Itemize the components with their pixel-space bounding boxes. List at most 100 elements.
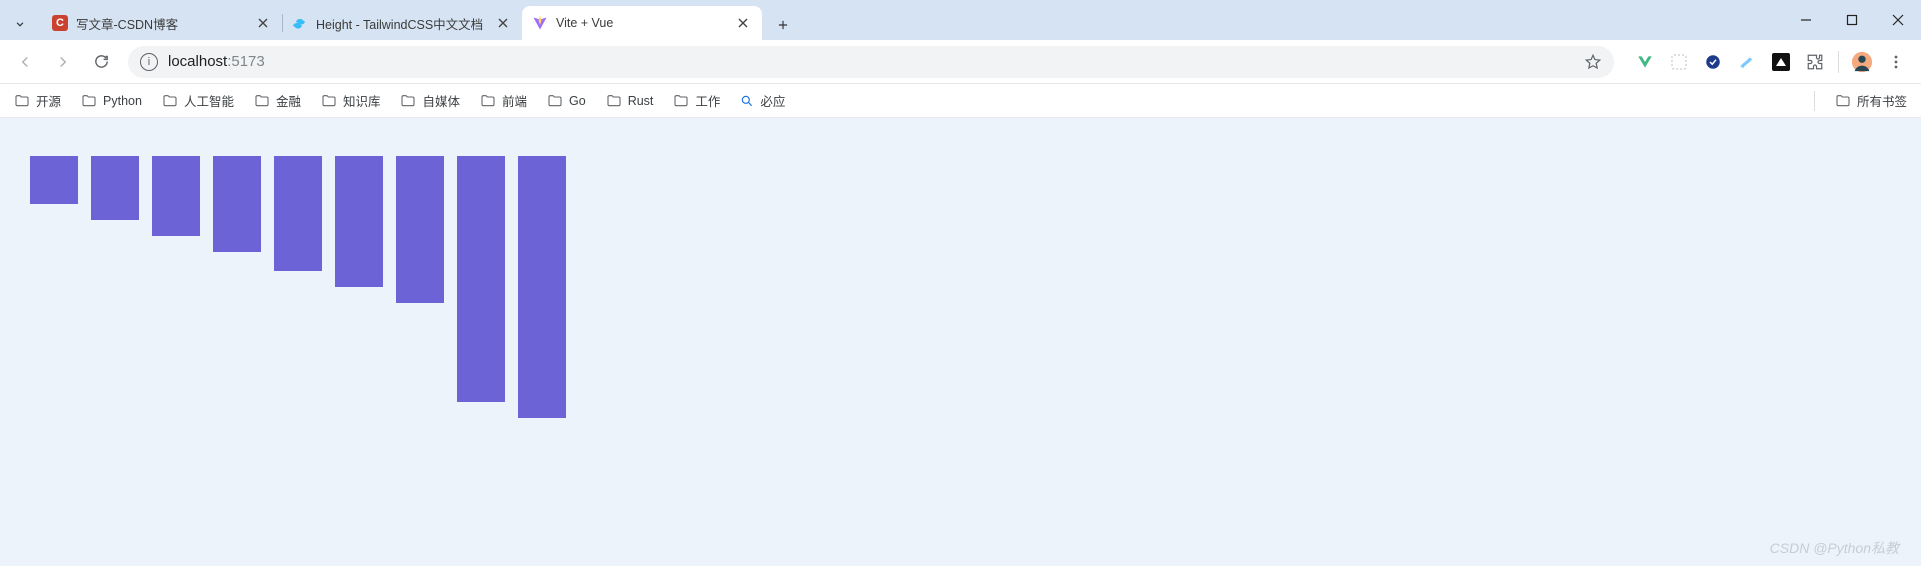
bookmark-bing[interactable]: 必应 (740, 91, 785, 110)
folder-icon (81, 93, 97, 109)
folder-icon (400, 93, 416, 109)
bookmarks-bar: 开源 Python 人工智能 金融 知识库 自媒体 前端 Go Rust 工作 … (0, 84, 1921, 118)
bookmark-folder[interactable]: 工作 (673, 91, 720, 110)
bookmark-label: Go (569, 94, 586, 108)
folder-icon (162, 93, 178, 109)
folder-icon (673, 93, 689, 109)
bookmark-label: 人工智能 (184, 91, 234, 110)
tab-close-button[interactable] (254, 14, 272, 32)
bookmark-label: 必应 (760, 91, 785, 110)
bookmark-label: 自媒体 (422, 91, 460, 110)
folder-icon (321, 93, 337, 109)
arrow-right-icon (54, 53, 72, 71)
extension-icon[interactable] (1702, 51, 1724, 73)
close-window-button[interactable] (1875, 0, 1921, 40)
folder-icon (480, 93, 496, 109)
bookmark-star-button[interactable] (1584, 53, 1602, 71)
bookmark-label: 前端 (502, 91, 527, 110)
new-tab-button[interactable] (768, 10, 798, 40)
arrow-left-icon (16, 53, 34, 71)
tab-title: Height - TailwindCSS中文文档 (316, 14, 494, 33)
tabs-dropdown-button[interactable] (4, 8, 36, 40)
bookmark-folder[interactable]: Python (81, 93, 142, 109)
bookmark-folder[interactable]: 自媒体 (400, 91, 460, 110)
bar-item (30, 156, 78, 204)
search-icon (740, 94, 754, 108)
folder-icon (1835, 93, 1851, 109)
bar-item (274, 156, 322, 271)
url-text: localhost:5173 (168, 53, 1584, 70)
bookmark-label: Python (103, 94, 142, 108)
maximize-icon (1846, 14, 1858, 26)
close-icon (498, 18, 508, 28)
bookmark-label: 工作 (695, 91, 720, 110)
bars-chart (0, 118, 1921, 418)
bookmark-label: 知识库 (343, 91, 381, 110)
folder-icon (606, 93, 622, 109)
maximize-button[interactable] (1829, 0, 1875, 40)
extension-icon[interactable] (1736, 51, 1758, 73)
bookmark-label: 开源 (36, 91, 61, 110)
avatar-icon (1851, 51, 1873, 73)
extension-icon[interactable] (1770, 51, 1792, 73)
reload-button[interactable] (84, 45, 118, 79)
bookmark-folder[interactable]: 金融 (254, 91, 301, 110)
puzzle-icon (1806, 53, 1824, 71)
bookmark-label: 金融 (276, 91, 301, 110)
divider (1814, 91, 1815, 111)
watermark-text: CSDN @Python私教 (1770, 538, 1899, 558)
profile-avatar-button[interactable] (1851, 51, 1873, 73)
bookmark-folder[interactable]: 人工智能 (162, 91, 234, 110)
browser-tabstrip: C 写文章-CSDN博客 Height - TailwindCSS中文文档 Vi… (0, 0, 1921, 40)
bookmark-folder[interactable]: Go (547, 93, 586, 109)
reload-icon (93, 53, 110, 70)
bar-item (335, 156, 383, 287)
bookmark-folder[interactable]: 知识库 (321, 91, 381, 110)
omnibox[interactable]: i localhost:5173 (128, 46, 1614, 78)
tab-vite-vue[interactable]: Vite + Vue (522, 6, 762, 40)
folder-icon (14, 93, 30, 109)
vue-devtools-extension-icon[interactable] (1634, 51, 1656, 73)
forward-button[interactable] (46, 45, 80, 79)
extensions-menu-button[interactable] (1804, 51, 1826, 73)
bar-item (213, 156, 261, 252)
bookmark-folder[interactable]: 前端 (480, 91, 527, 110)
extensions-row (1624, 51, 1913, 73)
back-button[interactable] (8, 45, 42, 79)
address-bar: i localhost:5173 (0, 40, 1921, 84)
bookmark-folder[interactable]: 开源 (14, 91, 61, 110)
tab-close-button[interactable] (494, 14, 512, 32)
window-controls (1783, 0, 1921, 40)
close-icon (1892, 14, 1904, 26)
plus-icon (776, 18, 790, 32)
folder-icon (547, 93, 563, 109)
close-icon (258, 18, 268, 28)
close-icon (738, 18, 748, 28)
site-info-icon[interactable]: i (140, 53, 158, 71)
minimize-button[interactable] (1783, 0, 1829, 40)
tab-close-button[interactable] (734, 14, 752, 32)
chrome-menu-button[interactable] (1885, 51, 1907, 73)
tailwind-favicon-icon (292, 15, 308, 31)
divider (1838, 51, 1839, 73)
tab-tailwind[interactable]: Height - TailwindCSS中文文档 (282, 6, 522, 40)
tab-csdn[interactable]: C 写文章-CSDN博客 (42, 6, 282, 40)
page-content: CSDN @Python私教 (0, 118, 1921, 566)
tab-title: Vite + Vue (556, 16, 734, 30)
extension-icon[interactable] (1668, 51, 1690, 73)
csdn-favicon-icon: C (52, 15, 68, 31)
bar-item (91, 156, 139, 220)
vite-favicon-icon (532, 15, 548, 31)
bookmark-folder[interactable]: Rust (606, 93, 654, 109)
folder-icon (254, 93, 270, 109)
minimize-icon (1800, 14, 1812, 26)
kebab-icon (1888, 54, 1904, 70)
bar-item (457, 156, 505, 402)
all-bookmarks-button[interactable]: 所有书签 (1835, 91, 1907, 110)
bookmark-label: Rust (628, 94, 654, 108)
bar-item (396, 156, 444, 303)
bar-item (152, 156, 200, 236)
star-icon (1584, 53, 1602, 71)
all-bookmarks-label: 所有书签 (1857, 91, 1907, 110)
chevron-down-icon (13, 17, 27, 31)
